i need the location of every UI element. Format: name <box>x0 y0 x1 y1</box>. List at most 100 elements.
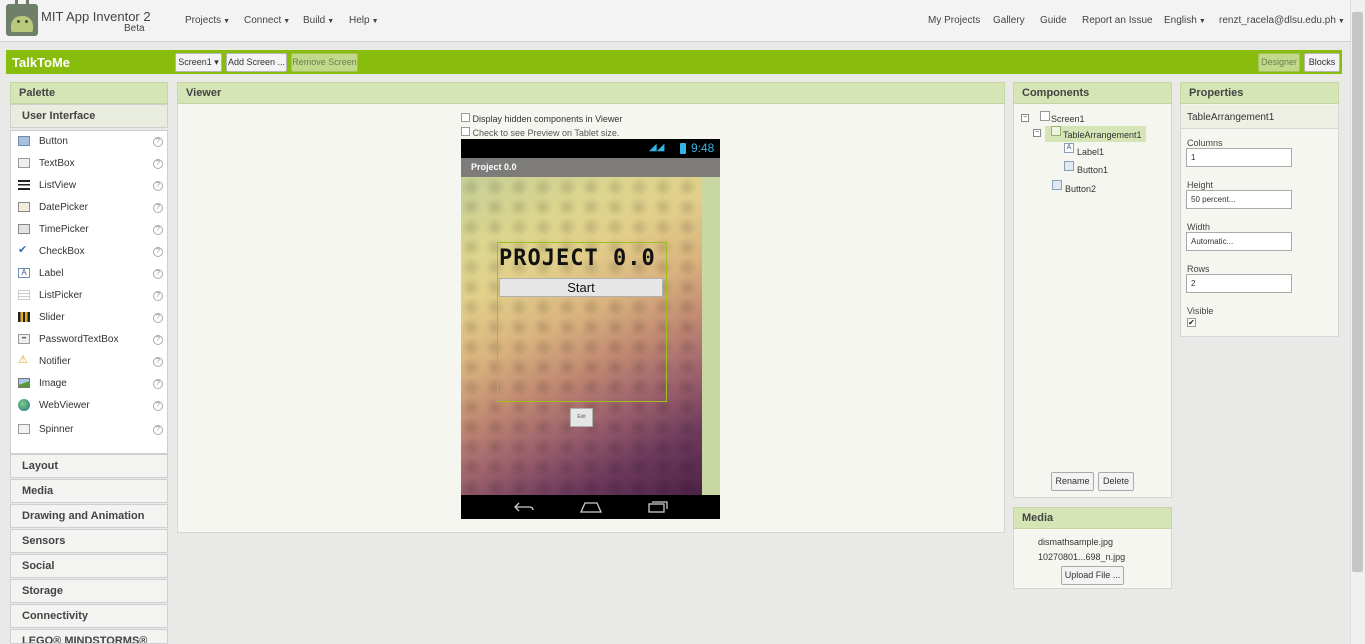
help-icon[interactable]: ? <box>153 203 163 213</box>
delete-button[interactable]: Delete <box>1098 472 1134 491</box>
table-arrangement-icon <box>1051 126 1061 136</box>
category-connectivity[interactable]: Connectivity <box>10 604 168 628</box>
category-drawing-animation[interactable]: Drawing and Animation <box>10 504 168 528</box>
help-icon[interactable]: ? <box>153 181 163 191</box>
category-storage[interactable]: Storage <box>10 579 168 603</box>
tablet-preview-checkbox[interactable] <box>461 127 470 136</box>
link-guide[interactable]: Guide <box>1040 15 1067 26</box>
link-gallery[interactable]: Gallery <box>993 15 1025 26</box>
help-icon[interactable]: ? <box>153 379 163 389</box>
help-icon[interactable]: ? <box>153 137 163 147</box>
palette-item-label: PasswordTextBox <box>39 334 119 345</box>
palette-item-image[interactable]: Image ? <box>11 374 167 396</box>
category-user-interface[interactable]: User Interface <box>10 104 168 128</box>
palette-item-listpicker[interactable]: ListPicker ? <box>11 286 167 308</box>
help-icon[interactable]: ? <box>153 401 163 411</box>
palette-item-label[interactable]: A Label ? <box>11 264 167 286</box>
palette-item-slider[interactable]: Slider ? <box>11 308 167 330</box>
scrollbar-thumb[interactable] <box>1352 12 1363 572</box>
help-icon[interactable]: ? <box>153 335 163 345</box>
palette-item-timepicker[interactable]: TimePicker ? <box>11 220 167 242</box>
menu-connect[interactable]: Connect ▼ <box>244 15 290 26</box>
prop-width-label: Width <box>1187 222 1211 232</box>
palette-item-button[interactable]: Button ? <box>11 132 167 154</box>
collapse-toggle-icon[interactable]: − <box>1033 129 1041 137</box>
notifier-icon: ⚠ <box>18 354 28 366</box>
media-header: Media <box>1013 507 1172 529</box>
tree-button1[interactable]: Button1 <box>1077 165 1108 175</box>
link-report-issue[interactable]: Report an Issue <box>1082 15 1153 26</box>
menu-projects[interactable]: Projects ▼ <box>185 15 230 26</box>
prop-height-label: Height <box>1187 180 1214 190</box>
help-icon[interactable]: ? <box>153 313 163 323</box>
prop-visible-checkbox[interactable]: ✔ <box>1187 318 1196 327</box>
collapse-toggle-icon[interactable]: − <box>1021 114 1029 122</box>
button-2-exit[interactable]: Exit <box>570 408 593 427</box>
menu-account[interactable]: renzt_racela@dlsu.edu.ph ▼ <box>1219 15 1345 26</box>
app-inventor-logo[interactable] <box>6 0 38 36</box>
category-sensors[interactable]: Sensors <box>10 529 168 553</box>
palette-item-datepicker[interactable]: DatePicker ? <box>11 198 167 220</box>
menu-language[interactable]: English ▼ <box>1164 15 1206 26</box>
caret-down-icon: ▼ <box>283 18 291 25</box>
category-social[interactable]: Social <box>10 554 168 578</box>
link-my-projects[interactable]: My Projects <box>928 15 980 26</box>
media-file-1[interactable]: dismathsample.jpg <box>1038 537 1113 547</box>
palette-item-passwordtextbox[interactable]: •• PasswordTextBox ? <box>11 330 167 352</box>
palette-item-listview[interactable]: ListView ? <box>11 176 167 198</box>
passwordtextbox-icon: •• <box>18 334 30 344</box>
add-screen-button[interactable]: Add Screen ... <box>226 53 287 72</box>
help-icon[interactable]: ? <box>153 247 163 257</box>
help-icon[interactable]: ? <box>153 225 163 235</box>
palette-item-label: TimePicker <box>39 224 89 235</box>
palette-item-checkbox[interactable]: ✔ CheckBox ? <box>11 242 167 264</box>
designer-button[interactable]: Designer <box>1258 53 1300 72</box>
menu-help[interactable]: Help ▼ <box>349 15 379 26</box>
palette-item-notifier[interactable]: ⚠ Notifier ? <box>11 352 167 374</box>
tree-button2[interactable]: Button2 <box>1065 184 1096 194</box>
upload-file-button[interactable]: Upload File ... <box>1061 566 1124 585</box>
palette-item-label: Button <box>39 136 68 147</box>
phone-nav-bar <box>461 495 720 519</box>
screen-select-dropdown[interactable]: Screen1 ▾ <box>175 53 222 72</box>
palette-item-label: Image <box>39 378 67 389</box>
rename-button[interactable]: Rename <box>1051 472 1094 491</box>
tree-tablearrangement1[interactable]: TableArrangement1 <box>1063 130 1142 140</box>
label-icon: A <box>18 268 30 278</box>
menu-build[interactable]: Build ▼ <box>303 15 334 26</box>
category-media[interactable]: Media <box>10 479 168 503</box>
prop-columns-input[interactable]: 1 <box>1186 148 1292 167</box>
category-layout[interactable]: Layout <box>10 454 168 478</box>
palette-item-webviewer[interactable]: WebViewer ? <box>11 396 167 418</box>
help-icon[interactable]: ? <box>153 291 163 301</box>
palette-item-label: CheckBox <box>39 246 85 257</box>
help-icon[interactable]: ? <box>153 159 163 169</box>
menu-projects-label: Projects <box>185 15 222 26</box>
hidden-components-option: Display hidden components in Viewer <box>461 113 622 124</box>
screen-edge <box>702 177 720 495</box>
tree-screen1[interactable]: Screen1 <box>1051 114 1085 124</box>
help-icon[interactable]: ? <box>153 357 163 367</box>
remove-screen-button[interactable]: Remove Screen <box>291 53 358 72</box>
media-file-2[interactable]: 10270801...698_n.jpg <box>1038 552 1125 562</box>
battery-icon <box>680 143 686 154</box>
hidden-components-checkbox[interactable] <box>461 113 470 122</box>
tree-label1[interactable]: Label1 <box>1077 147 1104 157</box>
language-label: English <box>1164 15 1197 26</box>
prop-rows-input[interactable]: 2 <box>1186 274 1292 293</box>
help-icon[interactable]: ? <box>153 425 163 435</box>
components-header: Components <box>1013 82 1172 104</box>
components-panel <box>1013 82 1172 498</box>
prop-height-input[interactable]: 50 percent... <box>1186 190 1292 209</box>
palette-item-spinner[interactable]: Spinner ? <box>11 420 167 442</box>
palette-header: Palette <box>10 82 168 104</box>
label-1[interactable]: PROJECT 0.0 <box>499 246 656 271</box>
prop-columns-label: Columns <box>1187 138 1223 148</box>
palette-item-textbox[interactable]: TextBox ? <box>11 154 167 176</box>
prop-width-input[interactable]: Automatic... <box>1186 232 1292 251</box>
help-icon[interactable]: ? <box>153 269 163 279</box>
caret-down-icon: ▼ <box>371 18 379 25</box>
blocks-button[interactable]: Blocks <box>1304 53 1340 72</box>
button-1-start[interactable]: Start <box>499 278 663 297</box>
category-lego-mindstorms[interactable]: LEGO® MINDSTORMS® <box>10 629 168 644</box>
